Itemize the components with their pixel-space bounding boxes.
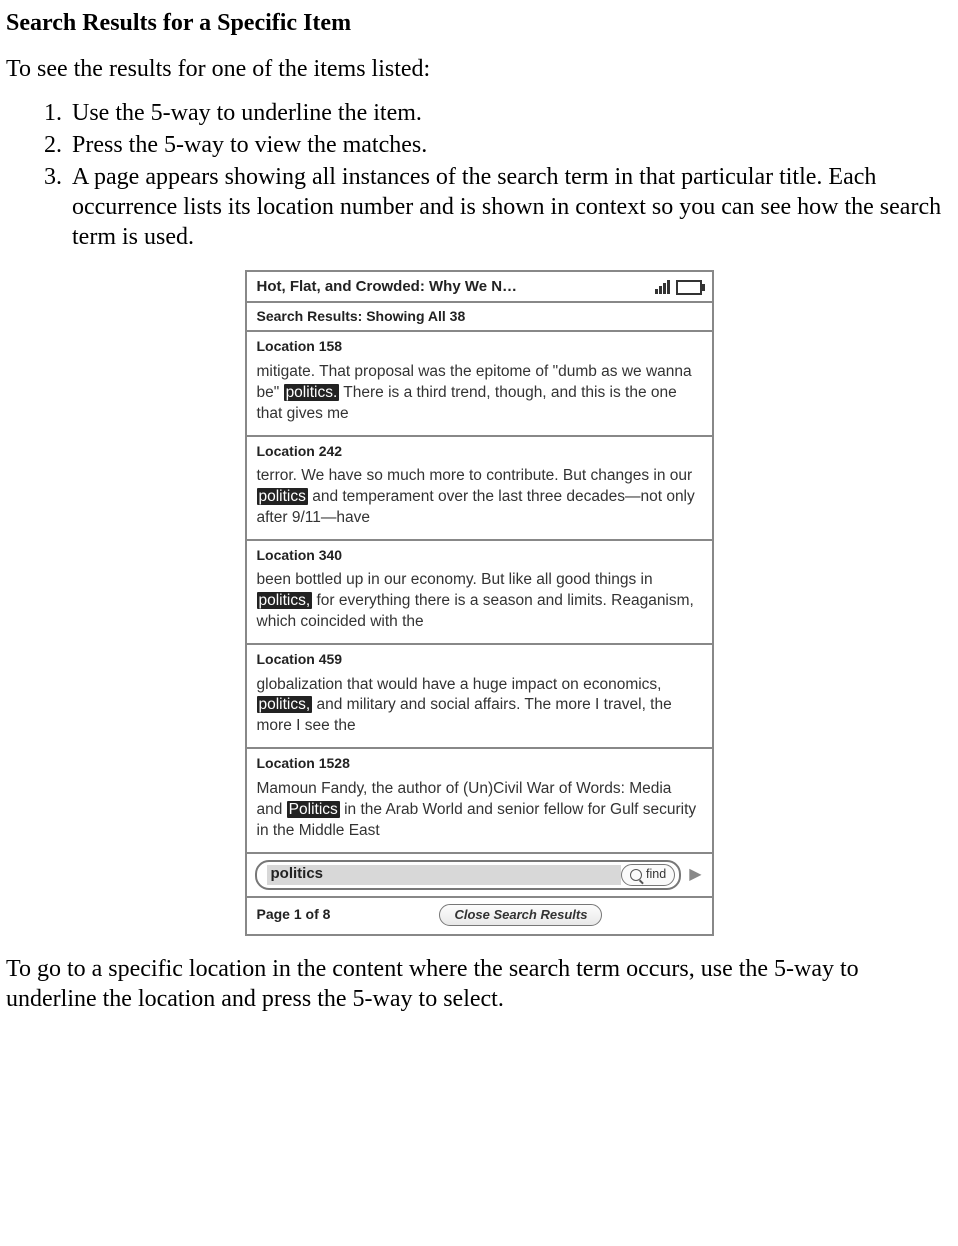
result-snippet: mitigate. That proposal was the epitome … [257,362,702,425]
result-location-label: Location 459 [257,651,702,669]
highlighted-term: politics. [284,384,340,401]
result-snippet: terror. We have so much more to contribu… [257,466,702,529]
find-button[interactable]: find [621,864,675,886]
search-result[interactable]: Location 1528 Mamoun Fandy, the author of… [247,749,712,853]
snippet-post: and temperament over the last three deca… [257,488,695,526]
snippet-pre: terror. We have so much more to contribu… [257,467,693,484]
search-result[interactable]: Location 158 mitigate. That proposal was … [247,332,712,436]
highlighted-term: politics, [257,592,313,609]
results-count-header: Search Results: Showing All 38 [247,303,712,333]
step-item: Press the 5-way to view the matches. [68,130,952,160]
highlighted-term: politics, [257,696,313,713]
result-location-label: Location 242 [257,443,702,461]
device-screenshot: Hot, Flat, and Crowded: Why We N… Search… [245,270,714,936]
chevron-right-icon[interactable]: ▶ [687,865,703,885]
snippet-pre: globalization that would have a huge imp… [257,676,662,693]
search-input[interactable]: politics [267,865,622,885]
result-location-label: Location 340 [257,547,702,565]
battery-icon [676,280,702,295]
search-result[interactable]: Location 340 been bottled up in our econo… [247,541,712,645]
step-item: A page appears showing all instances of … [68,162,952,252]
search-bar-row: politics find ▶ [247,854,712,898]
search-box[interactable]: politics find [255,860,682,890]
snippet-pre: been bottled up in our economy. But like… [257,571,653,588]
step-item: Use the 5-way to underline the item. [68,98,952,128]
result-snippet: been bottled up in our economy. But like… [257,570,702,633]
search-icon [630,869,642,881]
result-snippet: globalization that would have a huge imp… [257,675,702,738]
result-location-label: Location 158 [257,338,702,356]
section-heading: Search Results for a Specific Item [6,8,952,38]
result-location-label: Location 1528 [257,755,702,773]
search-result[interactable]: Location 459 globalization that would hav… [247,645,712,749]
highlighted-term: Politics [287,801,340,818]
device-footer: Page 1 of 8 Close Search Results [247,898,712,934]
search-result[interactable]: Location 242 terror. We have so much more… [247,437,712,541]
signal-icon [655,280,670,294]
book-title: Hot, Flat, and Crowded: Why We N… [257,278,655,297]
find-label: find [646,867,666,883]
close-results-button[interactable]: Close Search Results [439,904,602,926]
steps-list: Use the 5-way to underline the item. Pre… [6,98,952,252]
page-info: Page 1 of 8 [257,906,331,924]
status-icons [655,280,702,295]
snippet-post: and military and social affairs. The mor… [257,696,672,734]
intro-text: To see the results for one of the items … [6,54,952,84]
device-titlebar: Hot, Flat, and Crowded: Why We N… [247,272,712,303]
snippet-post: for everything there is a season and lim… [257,592,694,630]
highlighted-term: politics [257,488,308,505]
result-snippet: Mamoun Fandy, the author of (Un)Civil Wa… [257,779,702,842]
outro-text: To go to a specific location in the cont… [6,954,952,1014]
